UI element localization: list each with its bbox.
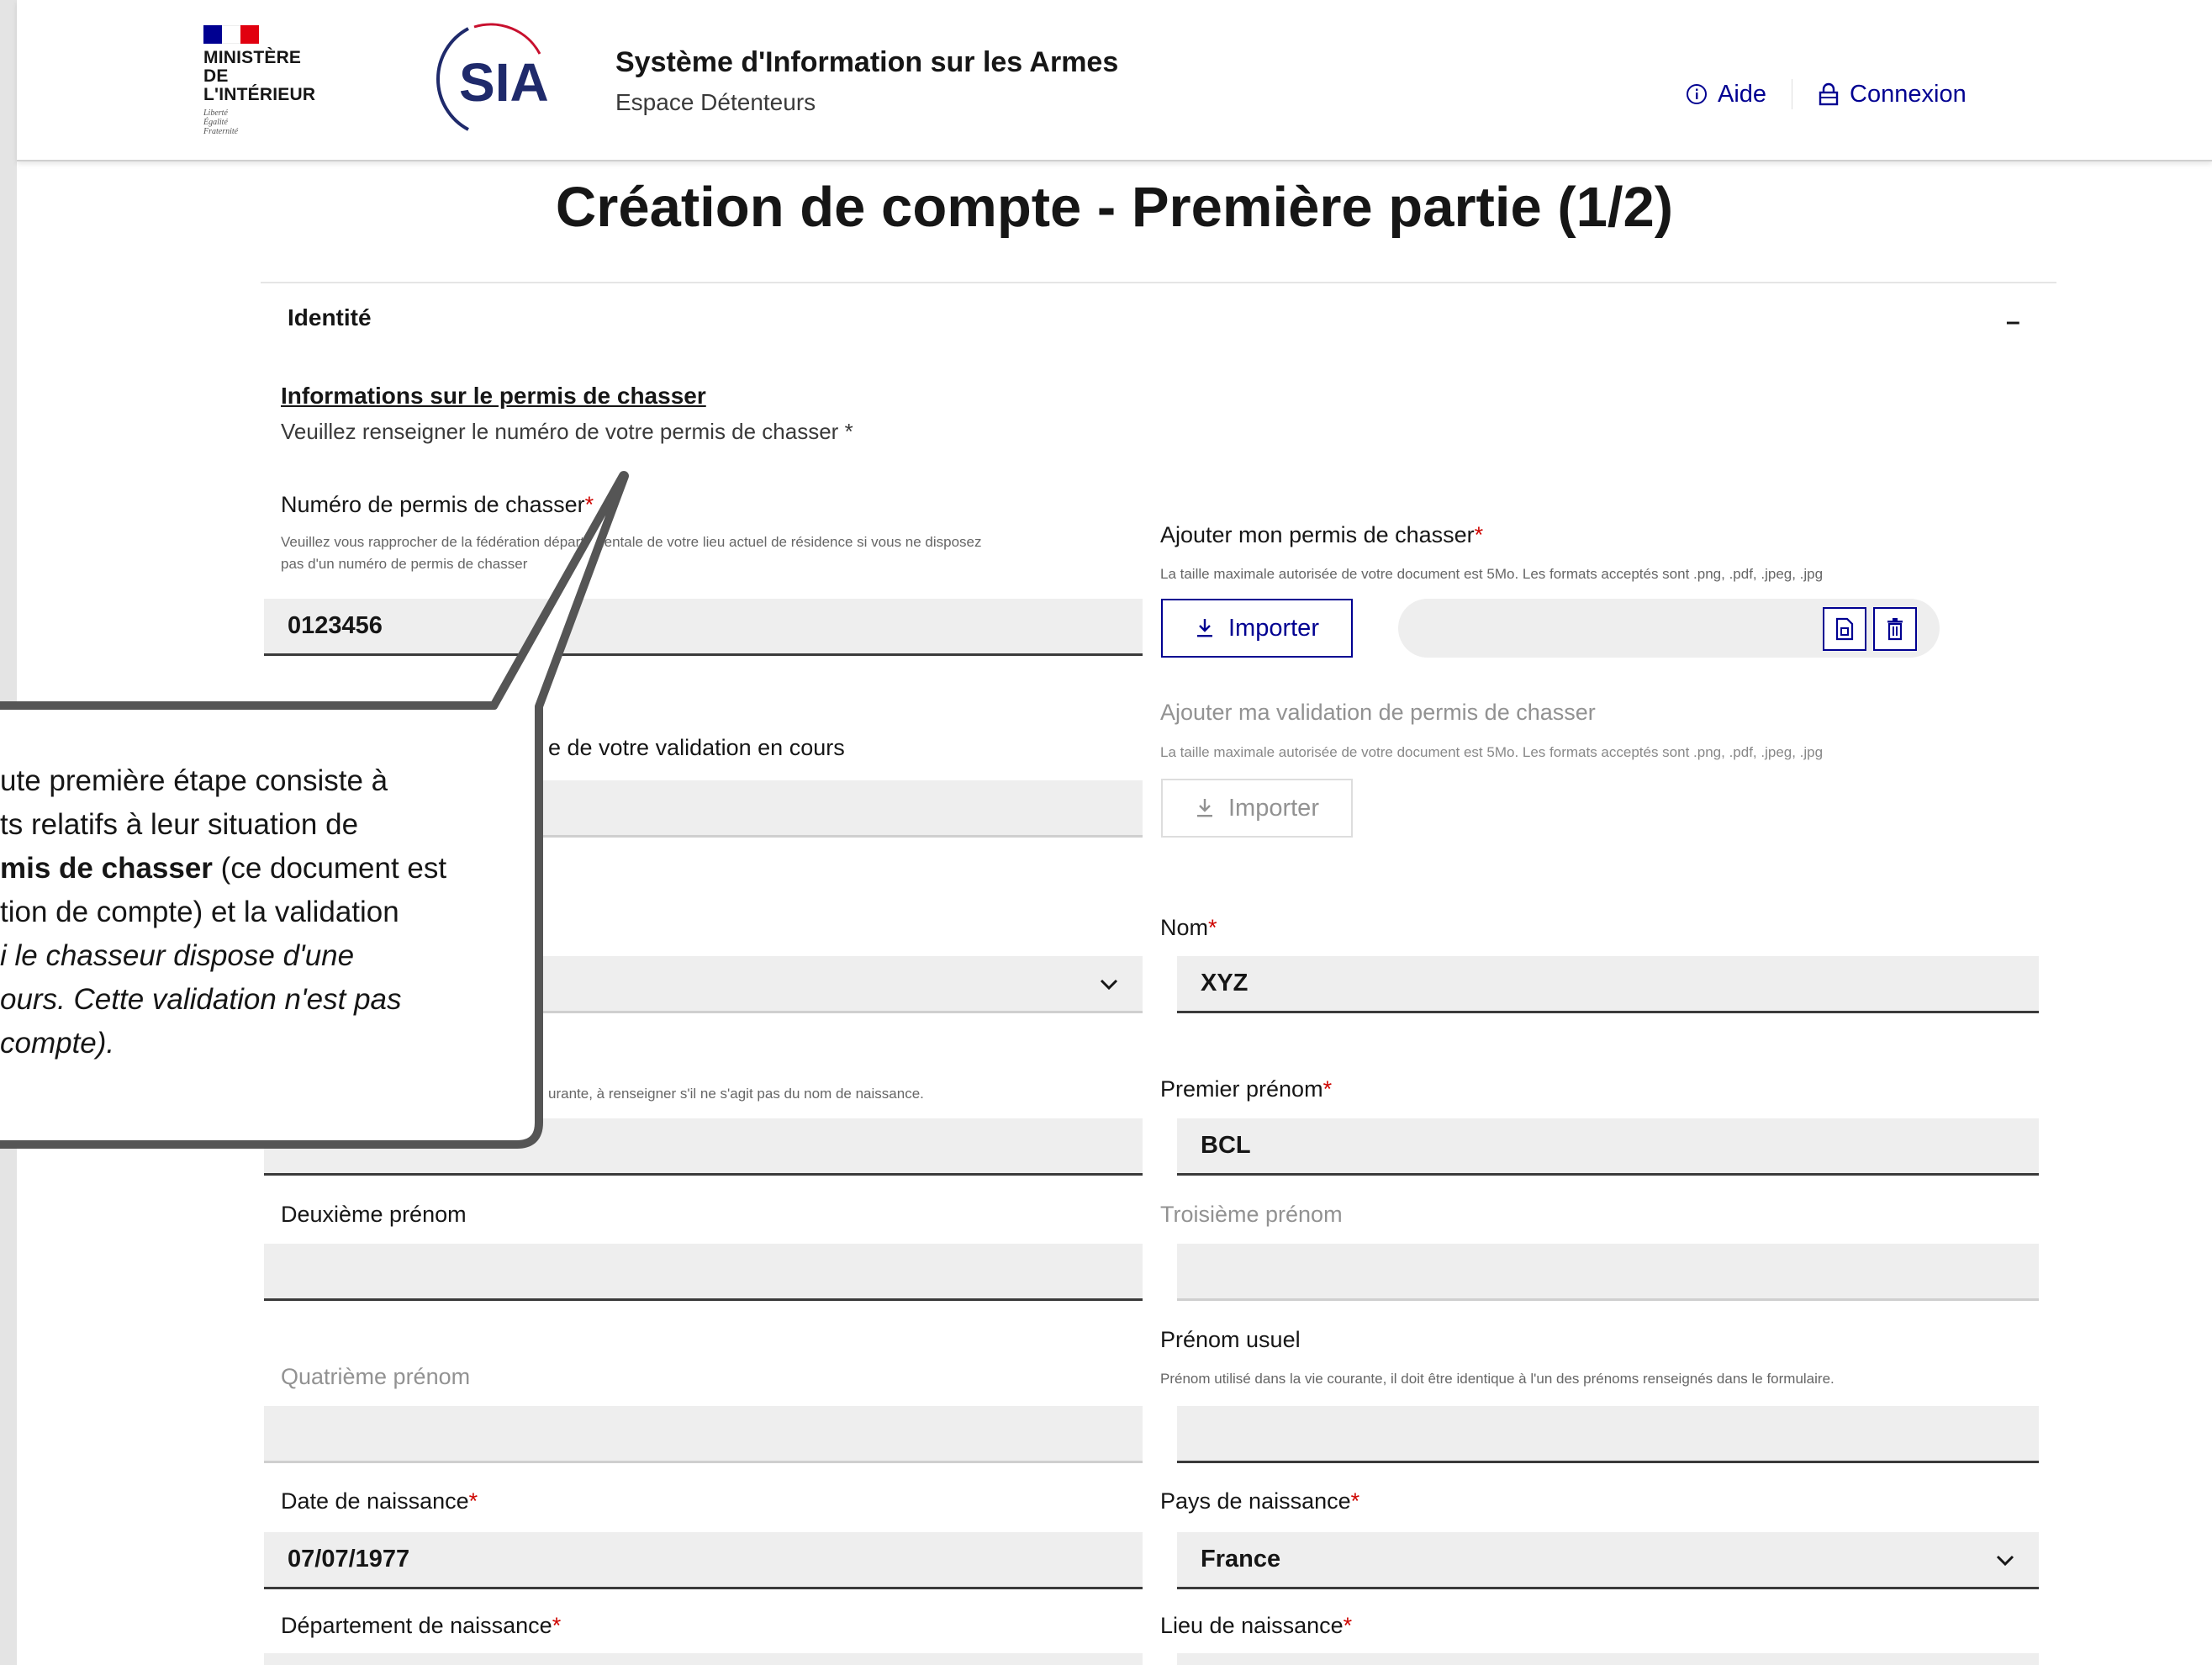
callout-bold-text: mis de chasser (0, 852, 213, 885)
callout-line-3-rest: (ce document est (212, 852, 447, 885)
callout-line-2: ts relatifs à leur situation de (0, 808, 359, 841)
callout-line-5: i le chasseur dispose d'une (0, 939, 355, 972)
tutorial-callout-text: ute première étape consiste à ts relatif… (0, 759, 521, 1065)
callout-line-7-italic: compte). (0, 1027, 115, 1060)
callout-line-3: mis de chasser (ce document est (0, 847, 521, 891)
callout-line-4: tion de compte) et la validation (0, 896, 399, 928)
callout-line-6: ours. Cette validation n'est pas (0, 983, 402, 1016)
callout-line-1: ute première étape consiste à (0, 764, 388, 797)
callout-line-7: compte). (0, 1022, 521, 1065)
